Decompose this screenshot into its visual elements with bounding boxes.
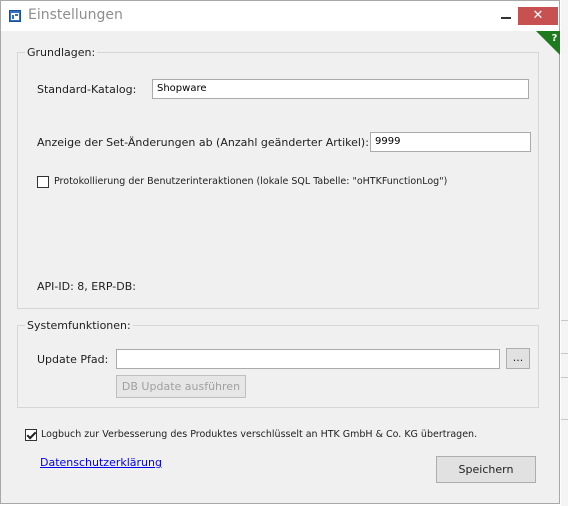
protokoll-label: Protokollierung der Benutzerinteraktione… [54, 176, 448, 187]
grundlagen-legend: Grundlagen: [27, 46, 96, 59]
close-icon: ✕ [532, 8, 544, 23]
set-aenderungen-label: Anzeige der Set-Änderungen ab (Anzahl ge… [37, 136, 369, 149]
settings-dialog: Einstellungen ✕ ? Grundlagen: Standard-K… [0, 0, 560, 504]
logbuch-label: Logbuch zur Verbesserung des Produktes v… [41, 429, 478, 440]
title-bar[interactable]: Einstellungen ✕ [1, 1, 559, 31]
browse-button[interactable]: ... [506, 348, 530, 369]
help-glyph: ? [552, 33, 558, 44]
logbuch-checkbox[interactable] [25, 429, 37, 441]
background-divider [561, 320, 568, 321]
window-title: Einstellungen [28, 7, 123, 23]
background-divider [561, 377, 568, 378]
save-button[interactable]: Speichern [436, 456, 536, 483]
help-icon[interactable]: ? [536, 31, 560, 55]
background-divider [561, 419, 568, 420]
minimize-button[interactable] [495, 7, 519, 25]
close-button[interactable]: ✕ [518, 7, 558, 25]
standard-katalog-label: Standard-Katalog: [37, 83, 137, 96]
set-aenderungen-field[interactable]: 9999 [370, 132, 531, 152]
background-window-edge [561, 0, 568, 506]
api-info-text: API-ID: 8, ERP-DB: [37, 280, 136, 293]
update-pfad-label: Update Pfad: [37, 353, 109, 366]
background-divider [561, 353, 568, 354]
db-update-button[interactable]: DB Update ausführen [116, 375, 246, 398]
systemfunktionen-legend: Systemfunktionen: [27, 319, 131, 332]
standard-katalog-field[interactable]: Shopware [152, 79, 529, 99]
datenschutz-link[interactable]: Datenschutzerklärung [40, 456, 162, 469]
update-pfad-field[interactable] [116, 349, 500, 369]
app-icon [9, 10, 21, 22]
protokoll-checkbox[interactable] [37, 176, 49, 188]
